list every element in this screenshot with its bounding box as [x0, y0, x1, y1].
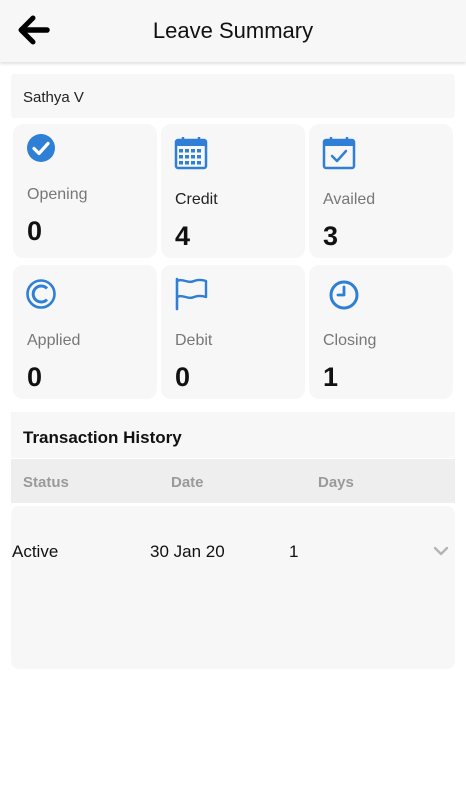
calendar-check-icon: [322, 137, 356, 170]
stat-label-closing: Closing: [323, 332, 377, 349]
transaction-history-header: Transaction History: [11, 412, 455, 458]
stat-label-credit: Credit: [175, 191, 218, 208]
stat-value-availed: 3: [323, 221, 339, 251]
stat-card-credit: Credit 4: [161, 124, 305, 258]
row-days: 1: [289, 542, 299, 561]
table-header: Status Date Days: [11, 459, 455, 503]
stat-card-availed: Availed 3: [309, 124, 453, 258]
stat-card-debit: Debit 0: [161, 265, 305, 399]
stat-value-closing: 1: [323, 362, 339, 392]
employee-name-card: Sathya V: [11, 74, 455, 118]
copyright-circle-icon: [26, 279, 56, 309]
stat-value-debit: 0: [175, 362, 191, 392]
stat-label-applied: Applied: [27, 332, 81, 349]
employee-name: Sathya V: [23, 89, 84, 106]
table-row[interactable]: [11, 506, 455, 669]
stat-label-availed: Availed: [323, 191, 376, 208]
expand-row-button[interactable]: [430, 540, 452, 562]
chevron-down-icon: [433, 546, 449, 556]
row-status: Active: [12, 542, 59, 561]
column-header-status: Status: [23, 474, 69, 491]
section-title: Transaction History: [23, 428, 182, 447]
stat-card-closing: Closing 1: [309, 265, 453, 399]
clock-icon: [329, 280, 359, 310]
app-header: Leave Summary: [0, 0, 466, 62]
calendar-grid-icon: [174, 137, 208, 170]
stat-label-debit: Debit: [175, 332, 213, 349]
row-date: 30 Jan 20: [150, 542, 225, 561]
stat-card-applied: Applied 0: [13, 265, 157, 399]
stat-value-applied: 0: [27, 362, 43, 392]
flag-icon: [175, 277, 208, 311]
column-header-date: Date: [171, 474, 204, 491]
stat-card-opening: Opening 0: [13, 124, 157, 258]
stat-value-credit: 4: [175, 221, 191, 251]
check-circle-icon: [27, 134, 55, 162]
page-title: Leave Summary: [152, 18, 314, 43]
stat-value-opening: 0: [27, 216, 43, 246]
stat-label-opening: Opening: [27, 186, 88, 203]
column-header-days: Days: [318, 474, 354, 491]
